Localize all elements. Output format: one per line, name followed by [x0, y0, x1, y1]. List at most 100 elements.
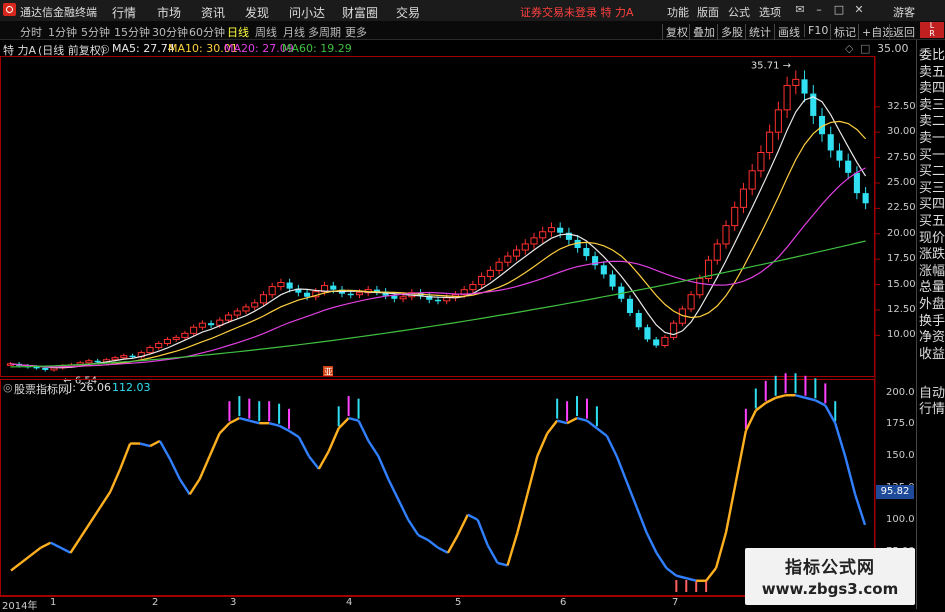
- menu-wealth-circle[interactable]: 财富圈: [342, 4, 378, 21]
- side-panel-item[interactable]: 换手: [919, 314, 945, 329]
- menu-formula[interactable]: 公式: [728, 4, 750, 20]
- panel-maximize-icon[interactable]: □: [860, 42, 870, 55]
- candle-body: [304, 292, 311, 297]
- side-panel-item[interactable]: 卖五: [919, 65, 945, 80]
- quote-side-panel: 委比卖五 卖四卖三 卖二卖一买一 买二买三 买四买五现价 涨跌涨幅 总量外盘换手 净资收益自动…: [916, 40, 945, 609]
- indicator-j-segment: [198, 455, 211, 480]
- candle-body: [644, 327, 651, 340]
- indicator-j-segment: [645, 531, 658, 554]
- tool-draw-line[interactable]: 画线: [774, 24, 800, 40]
- period-more[interactable]: 更多: [345, 24, 367, 40]
- candle-body: [94, 360, 101, 363]
- indicator-j-segment: [357, 420, 370, 442]
- date-axis-tick: 1: [50, 597, 57, 608]
- candle-body: [748, 170, 756, 190]
- menu-ask[interactable]: 问小达: [289, 4, 325, 21]
- period-weekly[interactable]: 周线: [255, 24, 277, 40]
- kline-chart[interactable]: 35.71 →← 6.54亚: [0, 56, 916, 596]
- side-panel-item[interactable]: 行情: [919, 402, 945, 417]
- indicator-j-segment: [337, 417, 350, 430]
- mail-icon[interactable]: ✉: [793, 3, 807, 17]
- candle-body: [783, 84, 791, 111]
- indicator-j-segment: [486, 544, 499, 564]
- date-axis-tick: 7: [672, 597, 679, 608]
- date-axis-tick: 2: [152, 597, 159, 608]
- period-30min[interactable]: 30分钟: [152, 24, 188, 40]
- side-panel-item[interactable]: 涨跌: [919, 247, 945, 262]
- menu-function[interactable]: 功能: [667, 4, 689, 20]
- side-panel-item[interactable]: 买三: [919, 181, 945, 196]
- tool-multi-stock[interactable]: 多股: [717, 24, 743, 40]
- period-intraday[interactable]: 分时: [20, 24, 42, 40]
- close-icon[interactable]: ✕: [852, 3, 866, 17]
- indicator-j-segment: [805, 396, 816, 402]
- indicator-j-segment: [288, 429, 300, 439]
- price-axis-tick: 27.50: [887, 151, 916, 163]
- tool-statistics[interactable]: 统计: [745, 24, 771, 40]
- indicator-j-segment: [814, 399, 826, 407]
- panel-toggle-button[interactable]: L R: [920, 22, 944, 38]
- tool-mark[interactable]: 标记: [830, 24, 856, 40]
- indicator-axis-tick: 100.0: [886, 513, 915, 525]
- account-guest[interactable]: 游客: [893, 4, 915, 20]
- diamond-icon[interactable]: ◇: [845, 42, 853, 55]
- side-panel-item[interactable]: 收益: [919, 347, 945, 362]
- side-panel-item[interactable]: 买二: [919, 164, 945, 179]
- tool-f10[interactable]: F10: [804, 24, 828, 37]
- side-panel-item[interactable]: 现价: [919, 231, 945, 246]
- side-panel-item[interactable]: 自动: [919, 386, 945, 401]
- minimize-icon[interactable]: –: [812, 3, 826, 17]
- period-15min[interactable]: 15分钟: [114, 24, 150, 40]
- indicator-settings-icon[interactable]: ◎: [3, 381, 13, 394]
- indicator-j-segment: [456, 514, 469, 536]
- indicator-j-segment: [367, 440, 380, 457]
- tool-add-watchlist[interactable]: +自选: [858, 24, 893, 40]
- tool-overlay[interactable]: 叠加: [689, 24, 715, 40]
- menu-trade[interactable]: 交易: [396, 4, 420, 21]
- period-monthly[interactable]: 月线: [283, 24, 305, 40]
- candle-body: [286, 282, 293, 289]
- period-5min[interactable]: 5分钟: [81, 24, 110, 40]
- candle-body: [757, 152, 765, 172]
- menu-news[interactable]: 资讯: [201, 4, 225, 21]
- tool-back[interactable]: 返回: [889, 24, 915, 40]
- indicator-j-segment: [60, 546, 72, 554]
- tool-adjust[interactable]: 复权: [662, 24, 688, 40]
- period-multi[interactable]: 多周期: [308, 24, 341, 40]
- side-panel-item[interactable]: 买五: [919, 214, 945, 229]
- indicator-j-segment: [377, 455, 390, 480]
- menu-market[interactable]: 市场: [157, 4, 181, 21]
- side-panel-item[interactable]: 总量: [919, 280, 945, 295]
- trade-login-notice[interactable]: 证券交易未登录 特 力A: [520, 4, 634, 20]
- candle-body: [233, 310, 241, 316]
- side-panel-item[interactable]: 卖一: [919, 131, 945, 146]
- side-panel-item[interactable]: 卖二: [919, 114, 945, 129]
- side-panel-item[interactable]: 委比: [919, 48, 945, 63]
- candle-body: [696, 277, 704, 296]
- menu-options[interactable]: 选项: [759, 4, 781, 20]
- candle-body: [512, 249, 521, 257]
- menu-discover[interactable]: 发现: [245, 4, 269, 21]
- indicator-j-segment: [437, 546, 449, 554]
- side-panel-item[interactable]: 净资: [919, 330, 945, 345]
- side-panel-item[interactable]: 涨幅: [919, 264, 945, 279]
- menu-layout[interactable]: 版面: [697, 4, 719, 20]
- candle-body: [146, 347, 154, 354]
- side-panel-item[interactable]: 买一: [919, 148, 945, 163]
- price-axis-tick: 15.00: [887, 278, 916, 290]
- candle-body: [766, 131, 774, 154]
- menubar: 通达信金融终端 行情 市场 资讯 发现 问小达 财富圈 交易 证券交易未登录 特…: [0, 0, 945, 22]
- candle-body: [434, 299, 442, 302]
- indicator-j-segment: [844, 455, 857, 495]
- side-panel-item[interactable]: 卖四: [919, 81, 945, 96]
- maximize-icon[interactable]: □: [832, 3, 846, 17]
- side-panel-item[interactable]: 外盘: [919, 297, 945, 312]
- period-60min[interactable]: 60分钟: [189, 24, 225, 40]
- side-panel-item[interactable]: 卖三: [919, 98, 945, 113]
- menu-quotes[interactable]: 行情: [112, 4, 136, 21]
- ma-settings-icon[interactable]: ◎: [100, 42, 110, 55]
- price-axis-tick: 25.00: [887, 176, 916, 188]
- period-daily[interactable]: 日线: [227, 24, 249, 40]
- side-panel-item[interactable]: 买四: [919, 197, 945, 212]
- period-1min[interactable]: 1分钟: [48, 24, 77, 40]
